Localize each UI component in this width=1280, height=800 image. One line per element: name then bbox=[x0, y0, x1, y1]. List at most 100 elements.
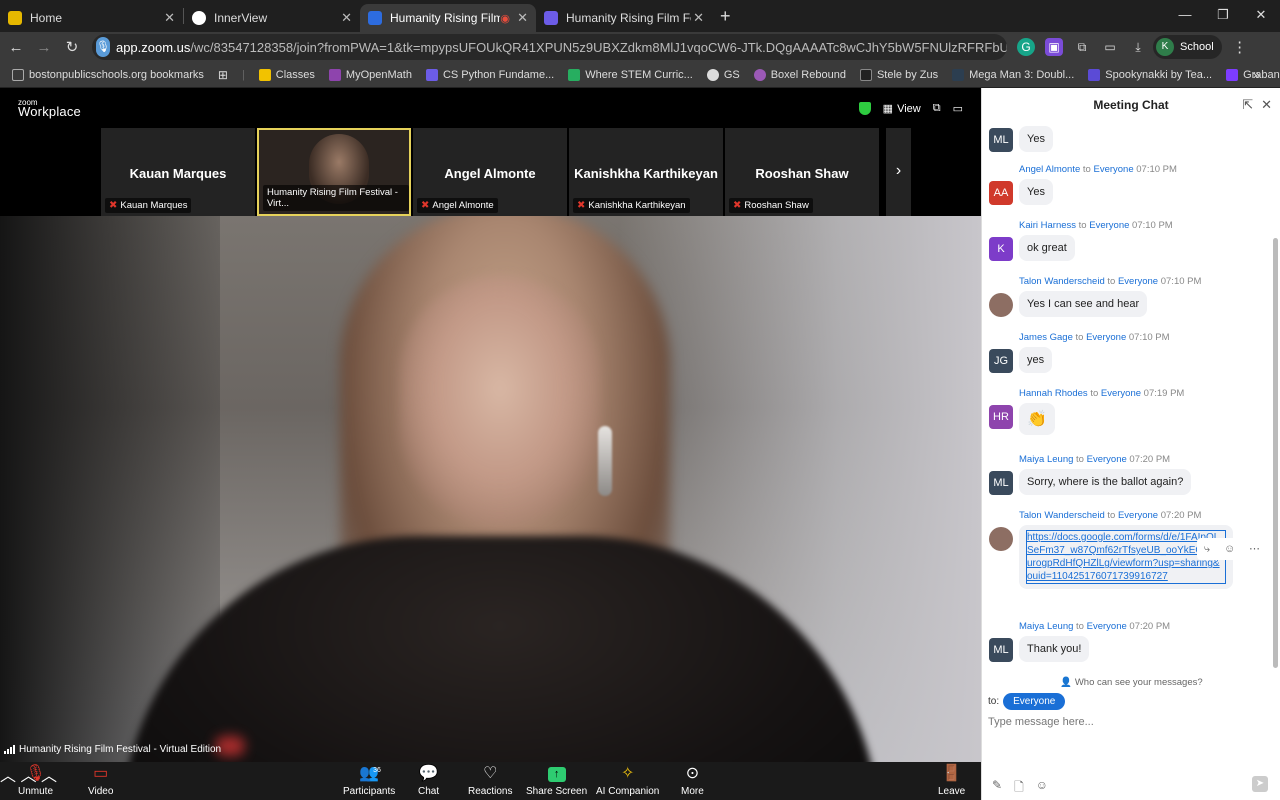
bookmark-folder[interactable]: bostonpublicschools.org bookmarks bbox=[12, 68, 204, 81]
restore-icon[interactable]: ❐ bbox=[1204, 0, 1242, 32]
participant-label-text: Kauan Marques bbox=[120, 200, 188, 211]
leave-button[interactable]: 🚪 Leave bbox=[938, 762, 965, 797]
who-can-see-link[interactable]: 👤 Who can see your messages? bbox=[982, 677, 1280, 688]
bookmark-item[interactable]: Stele by Zus bbox=[859, 68, 938, 81]
timestamp: 07:10 PM bbox=[1160, 276, 1202, 287]
participant-tile[interactable]: Kauan Marques ✖ Kauan Marques bbox=[101, 128, 255, 216]
unmute-button[interactable]: 🎙 Unmute bbox=[18, 762, 53, 797]
close-window-icon[interactable]: ✕ bbox=[1242, 0, 1280, 32]
profile-button[interactable]: K School bbox=[1153, 35, 1222, 59]
reactions-button[interactable]: ♡ Reactions bbox=[468, 762, 512, 797]
to-word: to bbox=[1076, 621, 1084, 632]
close-icon[interactable]: ✕ bbox=[693, 10, 704, 26]
more-options-icon[interactable]: ⋯ bbox=[1249, 538, 1260, 560]
home-tab-icon bbox=[8, 11, 22, 25]
video-off-icon: ▭ bbox=[93, 765, 109, 782]
share-screen-button[interactable]: ↑ Share Screen bbox=[526, 762, 587, 797]
close-icon[interactable]: ✕ bbox=[164, 10, 175, 26]
back-icon[interactable]: ← bbox=[2, 39, 30, 56]
bookmark-item[interactable]: Boxel Rebound bbox=[753, 68, 846, 81]
avatar: AA bbox=[989, 181, 1013, 205]
active-speaker-label: Humanity Rising Film Festival - Virtual … bbox=[4, 744, 221, 755]
chat-label: Chat bbox=[418, 786, 440, 797]
sender-name[interactable]: Maiya Leung bbox=[1019, 621, 1073, 632]
participant-tile[interactable]: Rooshan Shaw ✖ Rooshan Shaw bbox=[725, 128, 879, 216]
bookmark-item[interactable]: Spookynakki by Tea... bbox=[1088, 68, 1212, 81]
menu-icon[interactable]: ⋮ bbox=[1226, 38, 1254, 56]
close-icon[interactable]: ✕ bbox=[517, 10, 528, 26]
timestamp: 07:20 PM bbox=[1160, 510, 1202, 521]
bookmark-item[interactable]: Classes bbox=[258, 68, 315, 81]
chat-message-input[interactable] bbox=[988, 712, 1268, 732]
file-icon[interactable]: 🗋 bbox=[1014, 778, 1024, 799]
bookmark-item[interactable]: Where STEM Curric... bbox=[568, 68, 693, 81]
emoji-icon[interactable]: ☺ bbox=[1036, 778, 1048, 799]
sender-name[interactable]: Kairi Harness bbox=[1019, 220, 1076, 231]
sender-name[interactable]: Angel Almonte bbox=[1019, 164, 1080, 175]
bookmark-item[interactable]: MyOpenMath bbox=[328, 68, 412, 81]
more-bookmarks-icon[interactable]: » bbox=[1253, 67, 1260, 82]
browser-tab-bar: Home ✕ InnerView ✕ Humanity Rising Film … bbox=[0, 0, 1280, 32]
fullscreen-icon[interactable]: ▭ bbox=[953, 102, 963, 115]
cast-icon[interactable]: ▭ bbox=[1101, 38, 1119, 56]
bookmark-label: Boxel Rebound bbox=[770, 68, 846, 81]
extension-icon[interactable]: ▣ bbox=[1045, 38, 1063, 56]
bookmark-item[interactable]: GS bbox=[706, 68, 740, 81]
tab-home[interactable]: Home ✕ bbox=[0, 4, 183, 32]
chat-scrollbar[interactable] bbox=[1273, 238, 1278, 668]
tab-zoom-active[interactable]: Humanity Rising Film Festiv ◉ ✕ bbox=[360, 4, 536, 32]
sender-name[interactable]: Talon Wanderscheid bbox=[1019, 510, 1105, 521]
security-shield-icon[interactable] bbox=[858, 102, 871, 115]
tab-festival[interactable]: Humanity Rising Film Festival - ✕ bbox=[536, 4, 712, 32]
site-info-icon[interactable]: 🎙 bbox=[96, 37, 110, 57]
puzzle-icon[interactable]: ⧉ bbox=[1073, 38, 1091, 56]
bookmark-icon bbox=[425, 68, 438, 81]
participant-tile[interactable]: Angel Almonte ✖ Angel Almonte bbox=[413, 128, 567, 216]
view-button[interactable]: ▦ View bbox=[883, 102, 921, 116]
chat-messages[interactable]: ML Yes Angel Almonte to Everyone 07:10 P… bbox=[982, 122, 1271, 672]
tab-title: Humanity Rising Film Festival - bbox=[566, 11, 691, 25]
ballot-link[interactable]: https://docs.google.com/forms/d/e/1FAIpQ… bbox=[1026, 530, 1226, 584]
ai-companion-button[interactable]: ✧ AI Companion bbox=[596, 762, 659, 797]
pip-icon[interactable]: ⧉ bbox=[933, 102, 941, 115]
participant-count: 36 bbox=[373, 767, 381, 774]
minimize-icon[interactable]: — bbox=[1166, 0, 1204, 32]
participants-button[interactable]: 👥 36 Participants bbox=[343, 762, 395, 797]
chat-button[interactable]: 💬 Chat bbox=[418, 762, 439, 797]
bookmark-label: Mega Man 3: Doubl... bbox=[969, 68, 1075, 81]
bookmark-item[interactable]: CS Python Fundame... bbox=[425, 68, 554, 81]
add-reaction-icon[interactable]: ☺ bbox=[1224, 538, 1235, 560]
folder-icon bbox=[12, 68, 24, 81]
participant-tile-speaking[interactable]: Humanity Rising Film Festival - Virt... bbox=[257, 128, 411, 216]
url-input[interactable]: 🎙 app.zoom.us/wc/83547128358/join?fromPW… bbox=[92, 34, 1007, 60]
chevron-right-icon[interactable]: › bbox=[886, 128, 911, 216]
popout-icon[interactable]: ⇱ bbox=[1242, 88, 1253, 122]
participant-label: ✖ Angel Almonte bbox=[417, 198, 498, 213]
more-button[interactable]: ⊙ More bbox=[681, 762, 704, 797]
close-icon[interactable]: ✕ bbox=[1261, 88, 1272, 122]
sender-name[interactable]: Maiya Leung bbox=[1019, 454, 1073, 465]
participant-label-text: Humanity Rising Film Festival - Virt... bbox=[267, 187, 398, 209]
sender-name[interactable]: Hannah Rhodes bbox=[1019, 388, 1088, 399]
tab-innerview[interactable]: InnerView ✕ bbox=[184, 4, 360, 32]
chat-tools: ✎ 🗋 ☺ bbox=[992, 778, 1048, 799]
sender-name[interactable]: James Gage bbox=[1019, 332, 1073, 343]
reload-icon[interactable]: ↻ bbox=[58, 38, 86, 56]
sender-name[interactable]: Talon Wanderscheid bbox=[1019, 276, 1105, 287]
close-icon[interactable]: ✕ bbox=[341, 10, 352, 26]
profile-label: School bbox=[1180, 41, 1214, 53]
format-icon[interactable]: ✎ bbox=[992, 778, 1002, 799]
chevron-up-icon[interactable]: ︿ bbox=[0, 768, 16, 785]
grammar-extension-icon[interactable]: G bbox=[1017, 38, 1035, 56]
send-button[interactable]: ➤ bbox=[1252, 776, 1268, 792]
reply-icon[interactable]: ⤷ bbox=[1204, 538, 1210, 560]
forward-icon[interactable]: → bbox=[30, 39, 58, 56]
video-button[interactable]: ▭ Video bbox=[88, 762, 113, 797]
bookmark-item[interactable]: Mega Man 3: Doubl... bbox=[952, 68, 1075, 81]
new-tab-icon[interactable]: + bbox=[720, 6, 731, 27]
mic-muted-icon: ✖ bbox=[733, 200, 742, 211]
download-icon[interactable]: ⤓ bbox=[1129, 38, 1147, 56]
apps-grid-icon[interactable]: ⊞ bbox=[218, 68, 228, 82]
recipient-selector[interactable]: Everyone bbox=[1003, 693, 1066, 710]
participant-tile[interactable]: Kanishkha Karthikeyan ✖ Kanishkha Karthik… bbox=[569, 128, 723, 216]
